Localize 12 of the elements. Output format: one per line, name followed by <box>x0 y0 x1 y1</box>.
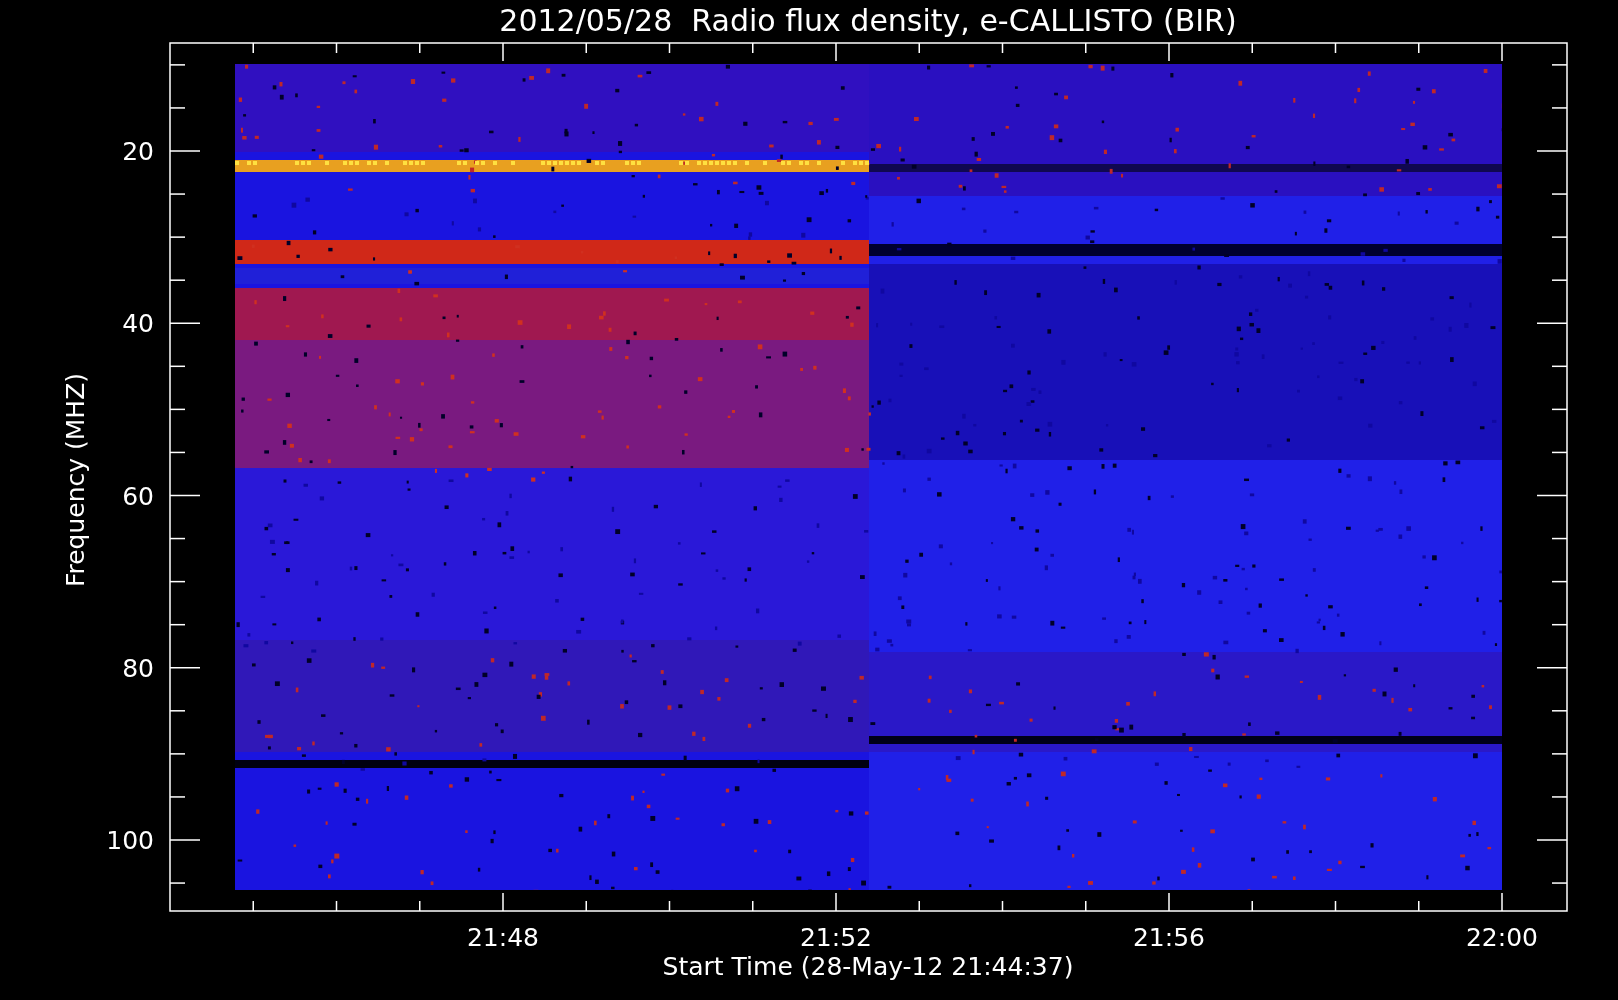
chart-title: 2012/05/28 Radio flux density, e-CALLISTO (BIR) <box>499 3 1237 38</box>
y-tick-label: 20 <box>122 137 154 166</box>
y-tick-label: 80 <box>122 653 154 683</box>
y-tick-label: 100 <box>106 826 154 855</box>
x-tick-label: 21:48 <box>467 923 539 952</box>
y-axis-title: Frequency (MHZ) <box>61 372 90 588</box>
x-tick-label: 21:52 <box>800 923 872 952</box>
y-tick-label: 60 <box>122 481 154 511</box>
x-tick-label: 22:00 <box>1466 923 1538 952</box>
x-tick-label: 21:56 <box>1133 923 1205 952</box>
x-axis-title: Start Time (28-May-12 21:44:37) <box>662 952 1074 981</box>
y-tick-label: 40 <box>122 309 154 339</box>
